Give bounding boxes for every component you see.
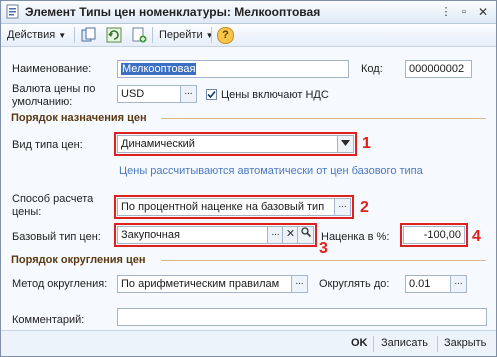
rounding-method-value: По арифметическим правилам (121, 278, 280, 290)
window-title: Элемент Типы цен номенклатуры: Мелкоопто… (25, 5, 321, 19)
currency-value: USD (121, 88, 145, 100)
actions-menu-button[interactable]: Действия ▼ (7, 27, 66, 43)
chevron-down-icon: ▼ (58, 31, 67, 40)
checkmark-icon (207, 90, 216, 99)
section-price-purpose: Порядок назначения цен (11, 112, 147, 124)
clear-icon[interactable]: ✕ (282, 227, 298, 243)
rounding-method-select-button[interactable]: ... (291, 276, 307, 292)
calc-method-field[interactable]: По процентной наценке на базовый тип ... (117, 198, 351, 216)
name-field[interactable]: Мелкооптовая (117, 60, 349, 78)
ok-button[interactable]: OK (351, 336, 368, 351)
section-price-rounding: Порядок округления цен (11, 254, 146, 266)
annotation-number-4: 4 (472, 228, 481, 245)
annotation-number-1: 1 (362, 135, 371, 152)
save-button[interactable]: Записать (381, 336, 428, 351)
refresh-icon[interactable] (106, 27, 122, 43)
calc-method-select-button[interactable]: ... (334, 199, 350, 215)
round-to-field[interactable]: 0.01 ... (405, 275, 467, 293)
price-kind-hint: Цены рассчитываются автоматически от цен… (119, 165, 423, 177)
footer-separator (373, 336, 374, 352)
ok-label: OK (351, 337, 368, 349)
rounding-method-field[interactable]: По арифметическим правилам ... (117, 275, 308, 293)
base-type-field[interactable]: Закупочная ... ✕ (117, 226, 314, 244)
calc-method-label: Способ расчета цены: (12, 193, 94, 218)
round-to-label: Округлять до: (319, 278, 390, 290)
search-icon[interactable] (297, 227, 313, 243)
toolbar-separator (152, 27, 153, 43)
section-divider (161, 118, 486, 119)
toolbar: Действия ▼ Перейти ▼ ? (1, 24, 496, 47)
goto-menu-button[interactable]: Перейти ▼ (159, 27, 214, 43)
more-actions-icon[interactable]: ⋮ (439, 5, 453, 19)
close-button[interactable]: Закрыть (444, 336, 486, 351)
toolbar-separator (74, 27, 75, 43)
minimize-icon[interactable]: ▫ (457, 5, 471, 19)
markup-value: -100,00 (423, 229, 461, 241)
save-label: Записать (381, 337, 429, 349)
section-divider (161, 260, 486, 261)
currency-label: Валюта цены по умолчанию: (12, 83, 96, 108)
round-to-select-button[interactable]: ... (450, 276, 466, 292)
vat-checkbox[interactable] (206, 89, 217, 100)
document-list-icon (6, 4, 19, 19)
help-button[interactable]: ? (217, 27, 234, 44)
title-bar: Элемент Типы цен номенклатуры: Мелкоопто… (1, 1, 496, 24)
code-field[interactable]: 000000002 (405, 60, 472, 78)
copy-icon[interactable] (81, 27, 97, 43)
close-label: Закрыть (444, 337, 487, 349)
currency-field[interactable]: USD ... (117, 85, 197, 103)
new-icon[interactable] (131, 27, 147, 43)
close-icon[interactable]: ✕ (476, 5, 490, 19)
actions-menu-label: Действия (7, 29, 56, 41)
dialog-window: Элемент Типы цен номенклатуры: Мелкоопто… (0, 0, 497, 357)
price-kind-select[interactable]: Динамический (117, 135, 354, 153)
base-type-label: Базовый тип цен: (12, 231, 101, 243)
name-value: Мелкооптовая (121, 63, 197, 75)
comment-label: Комментарий: (12, 314, 85, 326)
base-type-select-button[interactable]: ... (267, 227, 283, 243)
base-type-value: Закупочная (121, 229, 180, 241)
annotation-number-2: 2 (360, 199, 369, 216)
rounding-method-label: Метод округления: (12, 278, 108, 290)
dropdown-arrow-icon[interactable] (337, 136, 353, 152)
chevron-down-icon: ▼ (205, 31, 214, 40)
code-value: 000000002 (409, 63, 465, 75)
markup-label: Наценка в %: (321, 231, 390, 243)
toolbar-separator (211, 27, 212, 43)
help-label: ? (222, 29, 229, 41)
goto-menu-label: Перейти (159, 29, 203, 41)
price-kind-value: Динамический (121, 138, 195, 150)
code-label: Код: (361, 63, 383, 75)
name-label: Наименование: (12, 63, 92, 75)
chevron-down-icon (341, 140, 350, 146)
magnifier-icon (300, 227, 311, 238)
footer-separator (437, 336, 438, 352)
calc-method-value: По процентной наценке на базовый тип (121, 201, 325, 213)
dialog-footer: OK Записать Закрыть (1, 330, 496, 356)
currency-select-button[interactable]: ... (180, 86, 196, 102)
comment-field[interactable] (117, 308, 487, 326)
vat-checkbox-label: Цены включают НДС (221, 89, 329, 101)
round-to-value: 0.01 (409, 278, 431, 290)
price-kind-label: Вид типа цен: (12, 139, 83, 151)
markup-field[interactable]: -100,00 (403, 226, 465, 244)
